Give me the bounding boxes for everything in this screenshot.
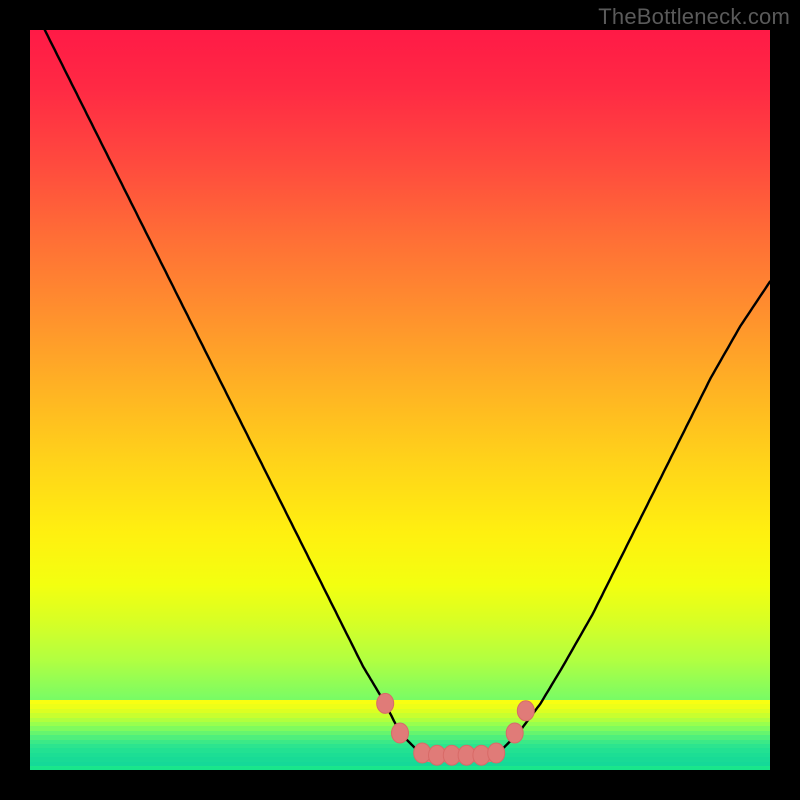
curve-layer xyxy=(30,30,770,770)
data-marker xyxy=(414,743,431,763)
bottleneck-curve xyxy=(45,30,770,755)
plot-area xyxy=(30,30,770,770)
data-marker xyxy=(473,745,490,765)
data-marker xyxy=(506,723,523,743)
data-marker xyxy=(392,723,409,743)
data-marker xyxy=(517,701,534,721)
data-marker xyxy=(488,743,505,763)
watermark-text: TheBottleneck.com xyxy=(598,4,790,30)
chart-stage: TheBottleneck.com xyxy=(0,0,800,800)
data-marker xyxy=(377,693,394,713)
